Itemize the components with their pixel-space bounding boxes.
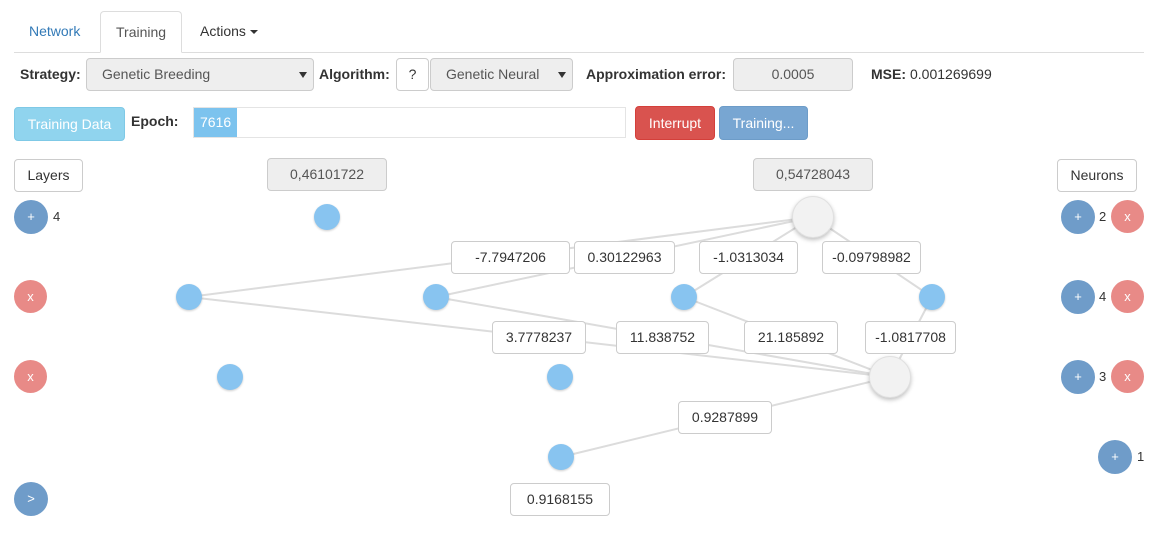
- input-value-2[interactable]: 0,54728043: [753, 158, 873, 191]
- add-layer-button[interactable]: +: [14, 200, 48, 234]
- neuron[interactable]: [671, 284, 697, 310]
- remove-neuron-button[interactable]: x: [1111, 360, 1144, 393]
- remove-neuron-button[interactable]: x: [1111, 280, 1144, 313]
- remove-neuron-button[interactable]: x: [1111, 200, 1144, 233]
- layer-count: 4: [53, 209, 61, 224]
- output-value: 0.9168155: [510, 483, 610, 516]
- neuron[interactable]: [423, 284, 449, 310]
- neuron-selected[interactable]: [792, 196, 834, 238]
- neuron-count: 3: [1099, 369, 1107, 384]
- add-neuron-button[interactable]: +: [1061, 200, 1095, 234]
- neuron-selected[interactable]: [869, 356, 911, 398]
- input-value-1[interactable]: 0,46101722: [267, 158, 387, 191]
- weight-label[interactable]: -7.7947206: [451, 241, 570, 274]
- neuron[interactable]: [547, 364, 573, 390]
- weight-label[interactable]: 11.838752: [616, 321, 709, 354]
- add-neuron-button[interactable]: +: [1061, 280, 1095, 314]
- add-neuron-button[interactable]: +: [1061, 360, 1095, 394]
- neuron[interactable]: [314, 204, 340, 230]
- weight-label[interactable]: -0.09798982: [822, 241, 921, 274]
- weight-label[interactable]: 3.7778237: [492, 321, 586, 354]
- weight-label[interactable]: 0.9287899: [678, 401, 772, 434]
- weight-label[interactable]: -1.0313034: [699, 241, 798, 274]
- weight-label[interactable]: -1.0817708: [865, 321, 956, 354]
- weight-label[interactable]: 0.30122963: [574, 241, 675, 274]
- neuron[interactable]: [217, 364, 243, 390]
- neuron-count: 4: [1099, 289, 1107, 304]
- neuron-count: 1: [1137, 449, 1145, 464]
- neurons-button[interactable]: Neurons: [1057, 159, 1137, 192]
- neuron[interactable]: [548, 444, 574, 470]
- neuron[interactable]: [176, 284, 202, 310]
- remove-layer-button[interactable]: x: [14, 360, 47, 393]
- remove-layer-button[interactable]: x: [14, 280, 47, 313]
- next-button[interactable]: >: [14, 482, 48, 516]
- add-neuron-button[interactable]: +: [1098, 440, 1132, 474]
- neuron-count: 2: [1099, 209, 1107, 224]
- layers-button[interactable]: Layers: [14, 159, 83, 192]
- weight-label[interactable]: 21.185892: [744, 321, 838, 354]
- neuron[interactable]: [919, 284, 945, 310]
